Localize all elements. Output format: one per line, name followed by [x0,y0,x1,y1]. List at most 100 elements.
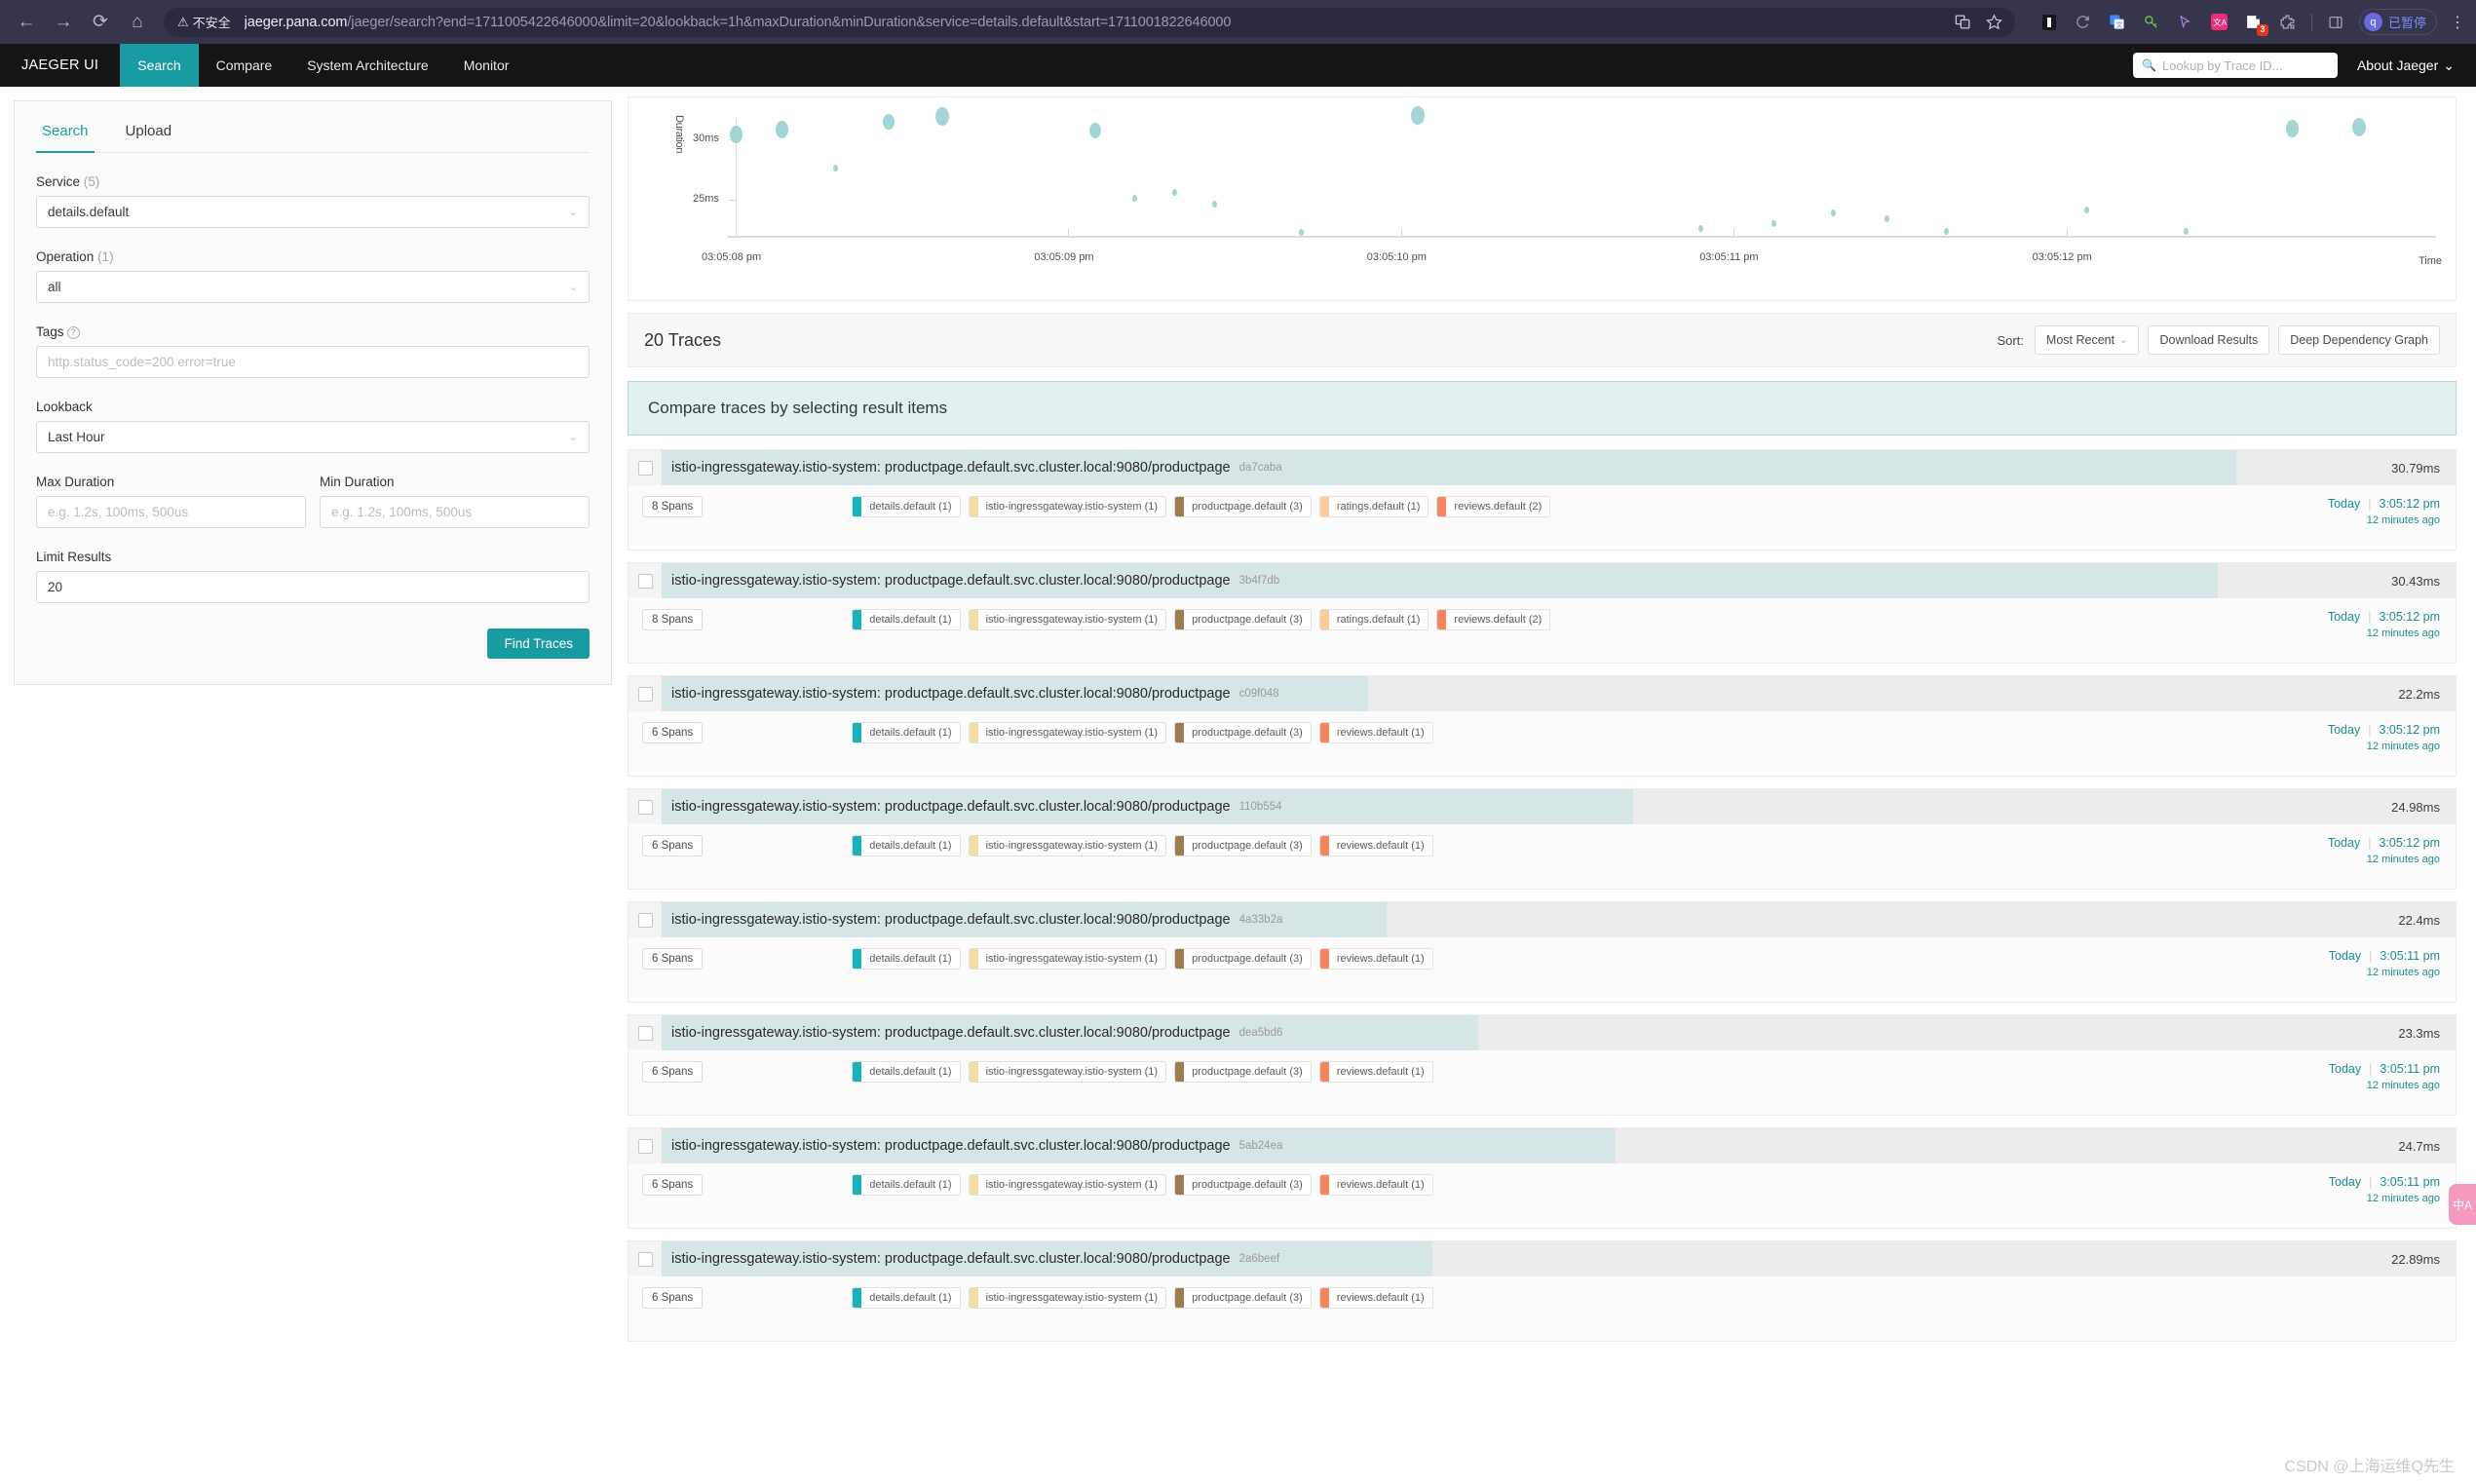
service-chip[interactable]: istio-ingressgateway.istio-system (1) [968,1174,1167,1196]
find-traces-button[interactable]: Find Traces [487,628,590,659]
chart-data-point[interactable] [776,120,789,138]
trace-checkbox[interactable] [637,460,653,476]
chart-data-point[interactable] [729,125,743,143]
translate-page-icon[interactable] [1953,12,1974,33]
nav-item-compare[interactable]: Compare [199,44,290,87]
sort-select[interactable]: Most Recent ⌄ [2034,325,2140,355]
service-chip[interactable]: details.default (1) [852,496,961,517]
trace-row[interactable]: istio-ingressgateway.istio-system: produ… [628,1014,2457,1116]
chart-data-point[interactable] [1697,225,1703,233]
chart-data-point[interactable] [2083,207,2089,214]
forward-icon[interactable]: → [47,6,80,39]
service-chip[interactable]: productpage.default (3) [1174,609,1312,630]
chart-data-point[interactable] [1771,220,1776,228]
security-status-chip[interactable]: ⚠ 不安全 [173,11,239,33]
trace-title[interactable]: istio-ingressgateway.istio-system: produ… [662,563,2391,598]
nav-item-system-architecture[interactable]: System Architecture [289,44,446,87]
trace-header[interactable]: istio-ingressgateway.istio-system: produ… [629,1241,2456,1276]
chart-data-point[interactable] [2352,117,2367,136]
trace-row[interactable]: istio-ingressgateway.istio-system: produ… [628,788,2457,890]
lookback-select[interactable]: Last Hour ⌄ [36,421,590,453]
service-chip[interactable]: details.default (1) [852,722,961,743]
trace-row[interactable]: istio-ingressgateway.istio-system: produ… [628,675,2457,777]
trace-row[interactable]: istio-ingressgateway.istio-system: produ… [628,449,2457,551]
chart-data-point[interactable] [2184,227,2189,235]
chart-data-point[interactable] [1088,123,1101,139]
cursor-icon[interactable] [2175,12,2196,33]
chart-data-point[interactable] [1944,227,1950,235]
service-chip[interactable]: productpage.default (3) [1174,1287,1312,1309]
trace-header[interactable]: istio-ingressgateway.istio-system: produ… [629,1128,2456,1163]
service-chip[interactable]: reviews.default (1) [1318,835,1433,856]
trace-select-cell[interactable] [629,1015,662,1050]
chart-data-point[interactable] [1212,201,1218,209]
trace-header[interactable]: istio-ingressgateway.istio-system: produ… [629,902,2456,937]
trace-checkbox[interactable] [637,1251,653,1267]
chart-data-point[interactable] [2286,119,2300,137]
service-chip[interactable]: productpage.default (3) [1174,835,1312,856]
trace-select-cell[interactable] [629,1241,662,1276]
service-chip[interactable]: istio-ingressgateway.istio-system (1) [968,835,1167,856]
trace-checkbox[interactable] [637,1138,653,1154]
chart-data-point[interactable] [1410,105,1425,125]
browser-menu-icon[interactable]: ⋮ [2450,13,2466,32]
trace-row[interactable]: istio-ingressgateway.istio-system: produ… [628,562,2457,664]
trace-checkbox[interactable] [637,1025,653,1041]
service-chip[interactable]: details.default (1) [852,609,961,630]
service-chip[interactable]: productpage.default (3) [1174,948,1312,970]
service-chip[interactable]: istio-ingressgateway.istio-system (1) [968,948,1167,970]
max-duration-input[interactable]: e.g. 1.2s, 100ms, 500us [36,496,306,528]
nav-item-search[interactable]: Search [120,44,199,87]
translate-doc-icon[interactable]: 文 [2107,12,2128,33]
trace-select-cell[interactable] [629,563,662,598]
side-panel-icon[interactable] [2325,12,2346,33]
profile-chip[interactable]: q 已暂停 [2358,9,2437,35]
trace-select-cell[interactable] [629,676,662,711]
service-chip[interactable]: details.default (1) [852,948,961,970]
trace-checkbox[interactable] [637,573,653,589]
reader-icon[interactable] [2038,12,2060,33]
tab-upload[interactable]: Upload [120,113,178,153]
trace-select-cell[interactable] [629,902,662,937]
service-chip[interactable]: reviews.default (2) [1436,496,1551,517]
deep-dependency-graph-button[interactable]: Deep Dependency Graph [2278,325,2440,355]
trace-header[interactable]: istio-ingressgateway.istio-system: produ… [629,1015,2456,1050]
service-chip[interactable]: reviews.default (1) [1318,1174,1433,1196]
service-chip[interactable]: istio-ingressgateway.istio-system (1) [968,609,1167,630]
service-chip[interactable]: reviews.default (1) [1318,1061,1433,1083]
reload-icon[interactable]: ⟳ [84,6,117,39]
service-chip[interactable]: reviews.default (1) [1318,722,1433,743]
trace-title[interactable]: istio-ingressgateway.istio-system: produ… [662,450,2391,485]
trace-checkbox[interactable] [637,912,653,928]
trace-scatter-chart[interactable]: 25ms 30ms 03:05:08 pm 03:05:09 pm 03:05:10 p… [628,96,2457,301]
tab-search[interactable]: Search [36,113,95,153]
trace-title[interactable]: istio-ingressgateway.istio-system: produ… [662,676,2398,711]
trace-id-search-input[interactable]: 🔍 Lookup by Trace ID... [2132,53,2338,78]
key-icon[interactable] [2141,12,2162,33]
trace-row[interactable]: istio-ingressgateway.istio-system: produ… [628,901,2457,1003]
service-chip[interactable]: istio-ingressgateway.istio-system (1) [968,722,1167,743]
service-chip[interactable]: productpage.default (3) [1174,496,1312,517]
chart-data-point[interactable] [1172,188,1178,196]
trace-select-cell[interactable] [629,789,662,824]
service-chip[interactable]: productpage.default (3) [1174,1061,1312,1083]
trace-header[interactable]: istio-ingressgateway.istio-system: produ… [629,563,2456,598]
service-chip[interactable]: reviews.default (1) [1318,948,1433,970]
trace-select-cell[interactable] [629,450,662,485]
service-chip[interactable]: details.default (1) [852,1287,961,1309]
nav-item-monitor[interactable]: Monitor [446,44,527,87]
bookmark-star-icon[interactable] [1984,12,2005,33]
chart-data-point[interactable] [883,114,895,131]
min-duration-input[interactable]: e.g. 1.2s, 100ms, 500us [320,496,590,528]
trace-select-cell[interactable] [629,1128,662,1163]
chart-data-point[interactable] [1132,195,1138,203]
service-chip[interactable]: details.default (1) [852,1174,961,1196]
service-select[interactable]: details.default ⌄ [36,196,590,228]
tags-input[interactable]: http.status_code=200 error=true [36,346,590,378]
trace-title[interactable]: istio-ingressgateway.istio-system: produ… [662,1015,2398,1050]
notes-icon[interactable]: 3 [2243,12,2268,36]
trace-row[interactable]: istio-ingressgateway.istio-system: produ… [628,1127,2457,1229]
service-chip[interactable]: istio-ingressgateway.istio-system (1) [968,1287,1167,1309]
service-chip[interactable]: ratings.default (1) [1318,496,1429,517]
history-icon[interactable] [2073,12,2094,33]
